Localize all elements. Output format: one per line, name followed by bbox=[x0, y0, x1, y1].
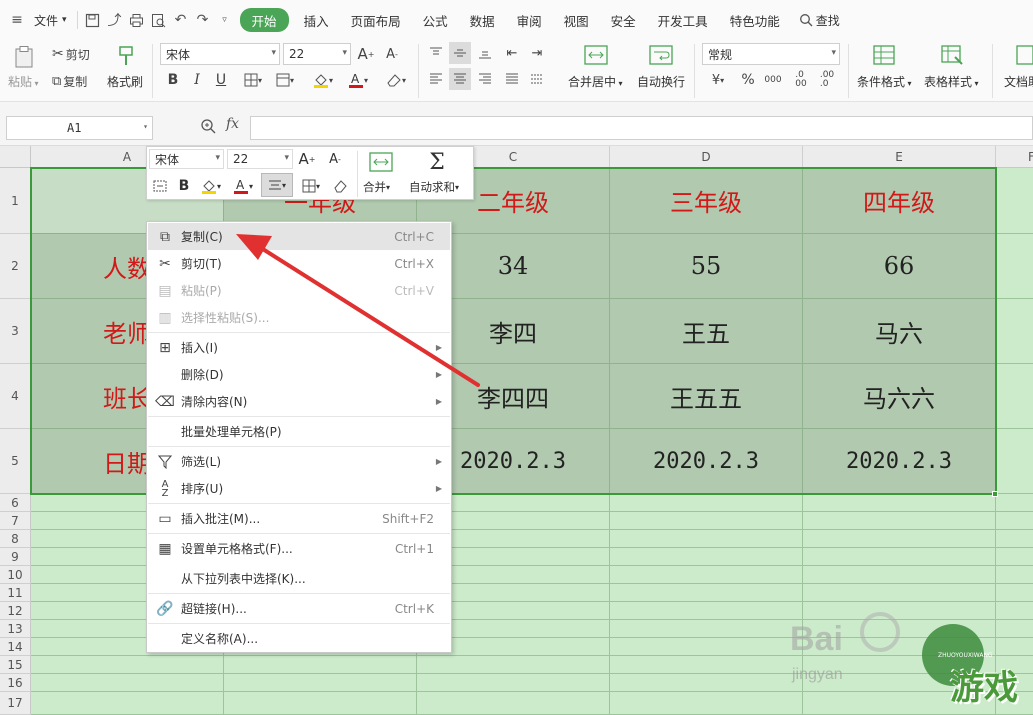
watermark-logo: Bai bbox=[790, 620, 843, 658]
paw-icon bbox=[860, 612, 900, 652]
watermark: Bai jingyan 游戏 ZHUOYOUXIWANG bbox=[790, 612, 1033, 715]
watermark-url: jingyan bbox=[792, 666, 843, 683]
game-logo-text: 游戏 bbox=[950, 668, 1018, 708]
red-arrow-annotation bbox=[236, 234, 480, 387]
game-logo-subtext: ZHUOYOUXIWANG bbox=[938, 652, 993, 659]
